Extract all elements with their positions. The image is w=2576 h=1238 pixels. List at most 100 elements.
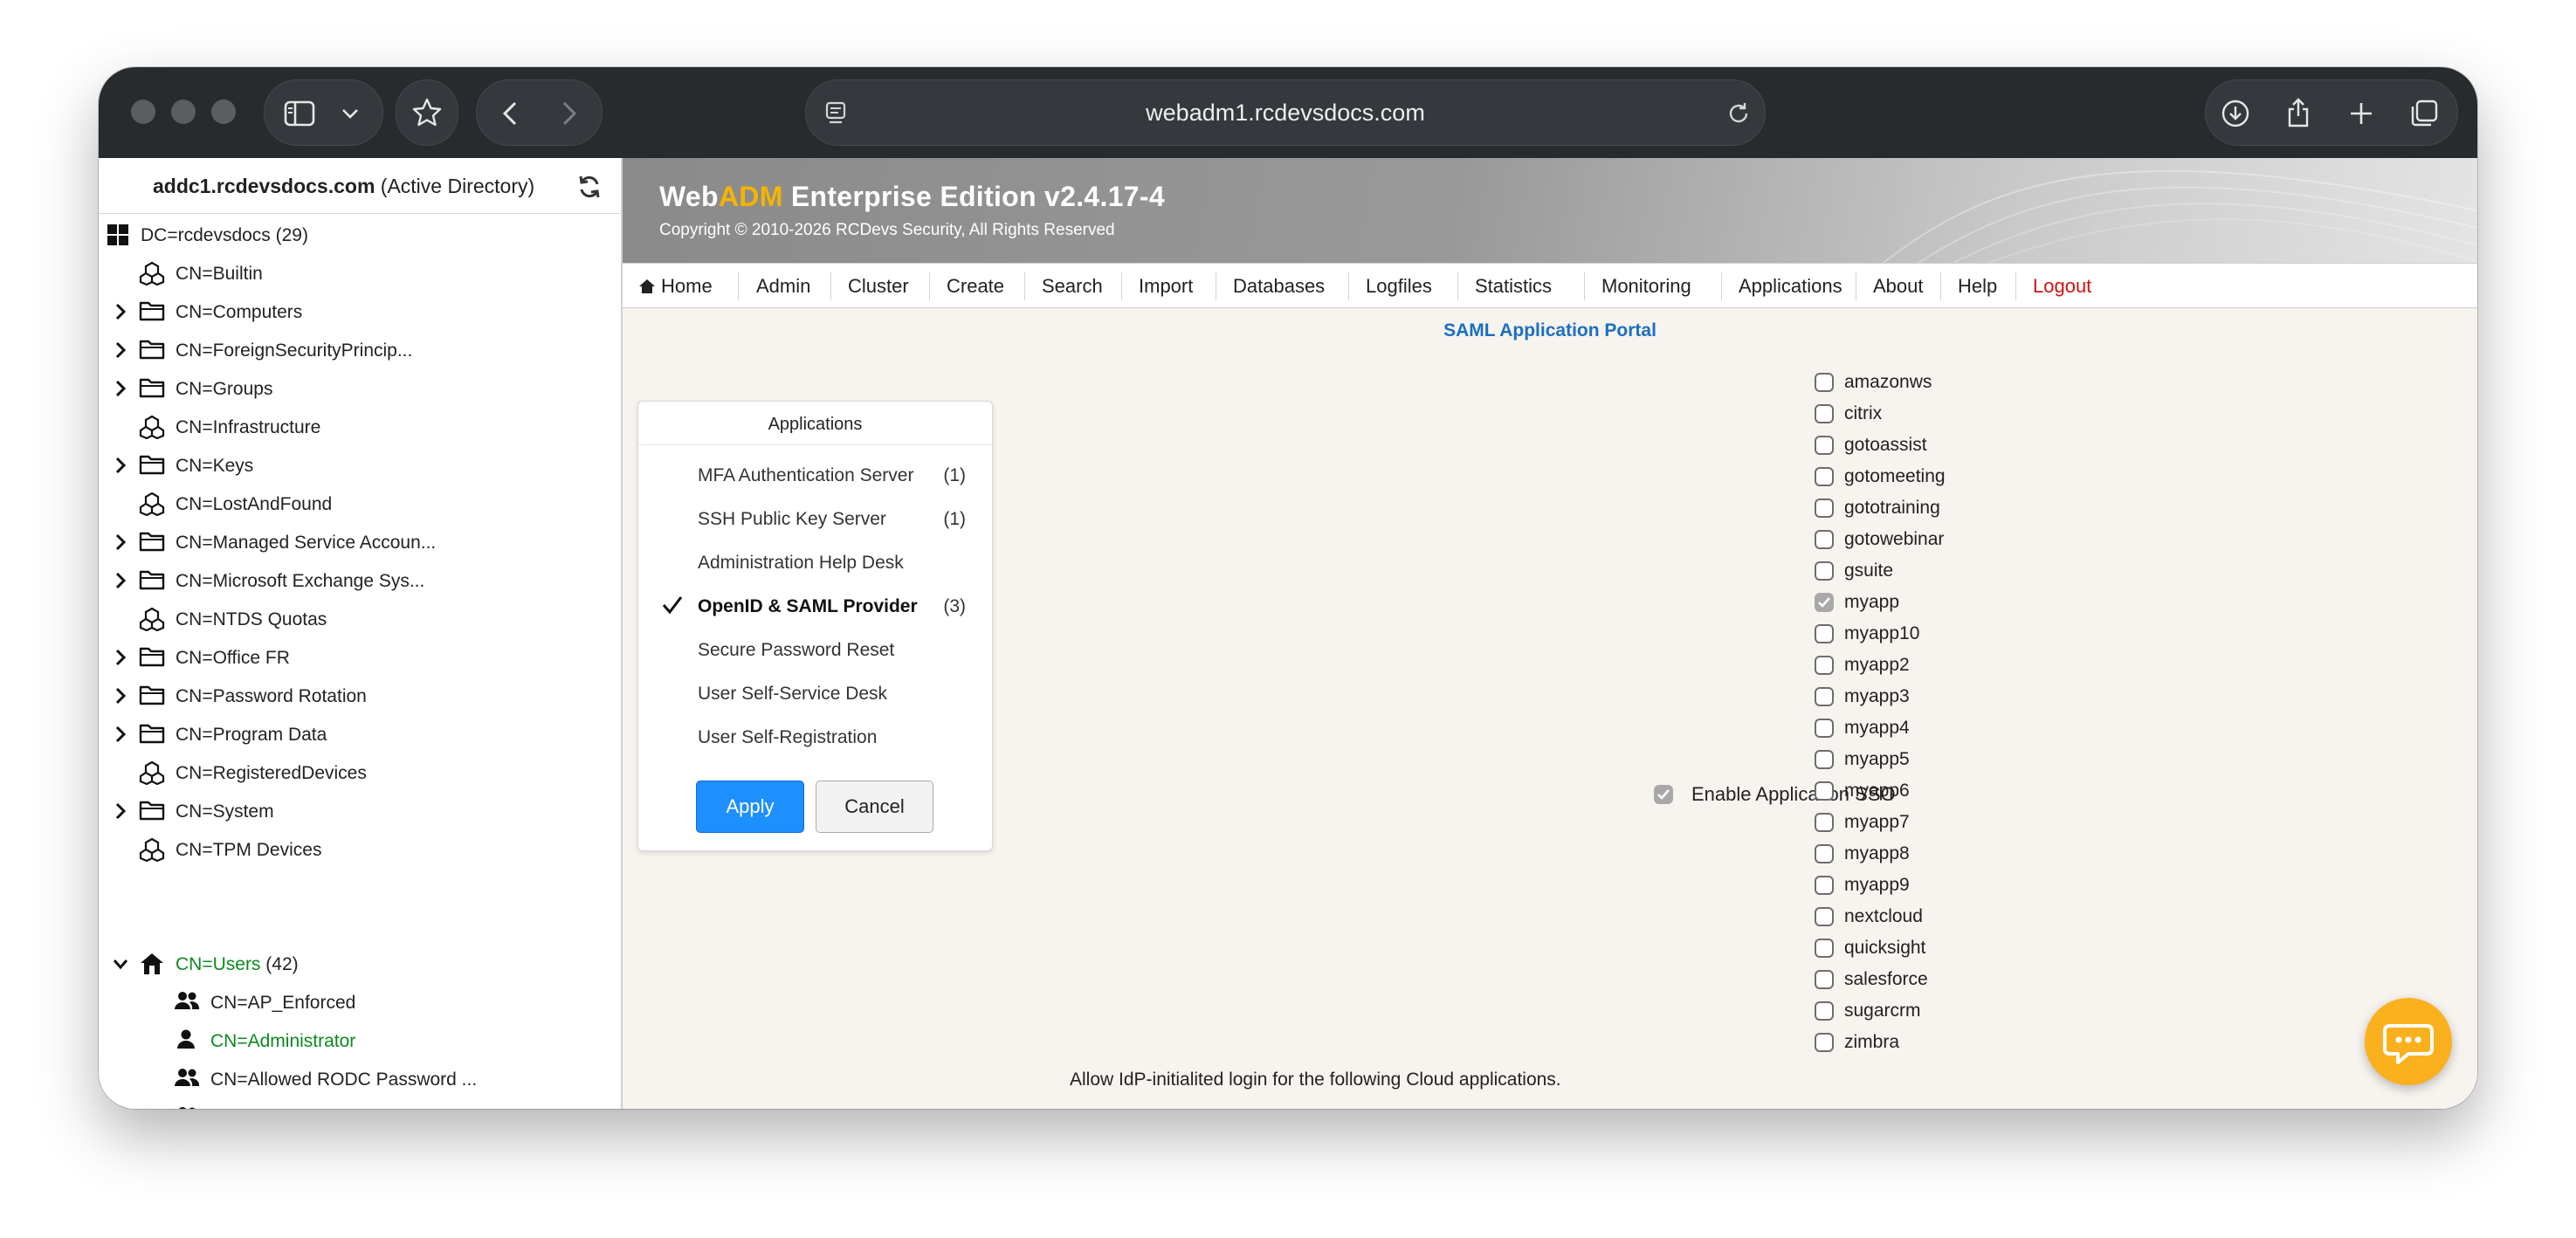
application-menu-item[interactable]: MFA Authentication Server (1) (638, 457, 992, 492)
tree-item[interactable]: CN=Builtin (99, 256, 623, 291)
application-menu-item[interactable]: Secure Password Reset (638, 632, 992, 667)
cloud-app-checkbox[interactable] (1815, 499, 1834, 518)
cloud-app-checkbox[interactable] (1815, 907, 1834, 926)
tab-overview-icon[interactable] (2407, 96, 2442, 131)
forward-arrow-icon[interactable] (552, 96, 587, 131)
zoom-window-button[interactable] (211, 100, 236, 124)
tree-item[interactable]: CN=RegisteredDevices (99, 755, 623, 790)
application-menu-item[interactable]: SSH Public Key Server (1) (638, 501, 992, 536)
cloud-app-checkbox[interactable] (1815, 844, 1834, 863)
close-window-button[interactable] (131, 100, 155, 124)
application-menu-item[interactable]: User Self-Service Desk (638, 676, 992, 711)
cloud-app-checkbox[interactable] (1815, 750, 1834, 769)
group-icon (139, 415, 165, 440)
menu-logout[interactable]: Logout (2033, 275, 2091, 298)
apply-button[interactable]: Apply (696, 781, 804, 833)
chevron-right-icon[interactable] (111, 648, 130, 667)
chevron-down-icon[interactable] (111, 954, 130, 973)
cloud-app-checkbox[interactable] (1815, 1001, 1834, 1021)
sidebar-icon[interactable] (282, 96, 317, 131)
tree-item[interactable]: CN=Keys (99, 448, 623, 483)
tree-item[interactable]: CN=Computers (99, 294, 623, 329)
cloud-app-checkbox[interactable] (1815, 561, 1834, 581)
tree-item[interactable]: CN=Microsoft Exchange Sys... (99, 563, 623, 598)
tree-item[interactable]: CN=Infrastructure (99, 409, 623, 444)
refresh-icon[interactable] (575, 173, 603, 201)
applications-menu-title: Applications (638, 402, 992, 445)
chevron-right-icon[interactable] (111, 801, 130, 821)
menu-statistics[interactable]: Statistics (1475, 275, 1552, 298)
chevron-down-icon[interactable] (336, 100, 364, 127)
new-tab-icon[interactable] (2344, 96, 2379, 131)
tree-item[interactable]: CN=System (99, 794, 623, 829)
cloud-app-checkbox[interactable] (1815, 593, 1834, 612)
tree-item-users[interactable]: CN=Users (42) (99, 946, 623, 981)
reload-icon[interactable] (1723, 98, 1754, 129)
tree-root[interactable]: DC=rcdevsdocs (29) (99, 217, 623, 252)
menu-monitoring[interactable]: Monitoring (1601, 275, 1691, 298)
cloud-app-checkbox[interactable] (1815, 876, 1834, 895)
tree-item[interactable]: CN=NTDS Quotas (99, 602, 623, 636)
chevron-right-icon[interactable] (111, 725, 130, 744)
chevron-right-icon[interactable] (111, 456, 130, 475)
tree-item[interactable]: CN=LostAndFound (99, 486, 623, 521)
chat-button[interactable] (2365, 998, 2452, 1085)
tree-child-item[interactable]: CN=Allowed RODC Password ... (99, 1062, 623, 1097)
minimize-window-button[interactable] (171, 100, 196, 124)
menu-logfiles[interactable]: Logfiles (1366, 275, 1432, 298)
tree-item[interactable]: CN=Groups (99, 371, 623, 406)
chevron-right-icon[interactable] (111, 379, 130, 398)
cloud-app-checkbox[interactable] (1815, 813, 1834, 832)
menu-admin[interactable]: Admin (756, 275, 810, 298)
cloud-app-checkbox[interactable] (1815, 687, 1834, 706)
cloud-app-checkbox[interactable] (1815, 781, 1834, 801)
cancel-button[interactable]: Cancel (816, 781, 933, 833)
tree-item-label: CN=Office FR (176, 648, 290, 668)
menu-import[interactable]: Import (1139, 275, 1193, 298)
chevron-right-icon[interactable] (111, 571, 130, 590)
menu-databases[interactable]: Databases (1233, 275, 1325, 298)
cloud-app-checkbox[interactable] (1815, 436, 1834, 455)
menu-home[interactable]: Home (661, 275, 713, 298)
tree-item[interactable]: CN=Password Rotation (99, 678, 623, 713)
chevron-right-icon[interactable] (111, 340, 130, 360)
cloud-app-checkbox[interactable] (1815, 656, 1834, 675)
menu-create[interactable]: Create (947, 275, 1004, 298)
tree-item-label: CN=ForeignSecurityPrincip... (176, 340, 413, 361)
tree-item[interactable]: CN=Program Data (99, 717, 623, 752)
chevron-right-icon[interactable] (111, 533, 130, 552)
application-menu-item[interactable]: Administration Help Desk (638, 545, 992, 580)
tree-item[interactable]: CN=Managed Service Accoun... (99, 525, 623, 560)
cloud-app-checkbox[interactable] (1815, 404, 1834, 423)
cloud-app-checkbox[interactable] (1815, 467, 1834, 486)
menu-cluster[interactable]: Cluster (848, 275, 909, 298)
cloud-app-checkbox[interactable] (1815, 624, 1834, 643)
tree-item[interactable]: CN=ForeignSecurityPrincip... (99, 333, 623, 368)
menu-about[interactable]: About (1873, 275, 1924, 298)
tree-item[interactable]: CN=TPM Devices (99, 832, 623, 867)
menu-search[interactable]: Search (1042, 275, 1103, 298)
chevron-right-icon[interactable] (111, 302, 130, 321)
menu-help[interactable]: Help (1958, 275, 1997, 298)
cloud-app-checkbox[interactable] (1815, 939, 1834, 958)
chevron-right-icon[interactable] (111, 686, 130, 705)
cloud-app-checkbox[interactable] (1815, 970, 1834, 989)
application-menu-item[interactable]: OpenID & SAML Provider (3) (638, 588, 992, 623)
cloud-app-checkbox[interactable] (1815, 373, 1834, 392)
cloud-app-checkbox[interactable] (1815, 530, 1834, 549)
tree-item[interactable]: CN=Office FR (99, 640, 623, 675)
cloud-app-checkbox[interactable] (1815, 1033, 1834, 1052)
application-menu-item[interactable]: User Self-Registration (638, 719, 992, 754)
tree-child-item[interactable]: CN=Cert Publishers (99, 1100, 623, 1109)
download-icon[interactable] (2218, 96, 2253, 131)
back-arrow-icon[interactable] (492, 96, 527, 131)
share-icon[interactable] (2281, 94, 2316, 131)
tree-child-item[interactable]: CN=Administrator (99, 1023, 623, 1058)
address-bar[interactable]: webadm1.rcdevsdocs.com (805, 79, 1766, 146)
menu-applications[interactable]: Applications (1739, 275, 1842, 298)
home-icon[interactable] (638, 278, 656, 295)
cloud-app-checkbox[interactable] (1815, 719, 1834, 738)
tree-child-item[interactable]: CN=AP_Enforced (99, 985, 623, 1020)
bookmark-button[interactable] (396, 79, 458, 146)
enable-sso-checkbox[interactable] (1654, 785, 1673, 804)
